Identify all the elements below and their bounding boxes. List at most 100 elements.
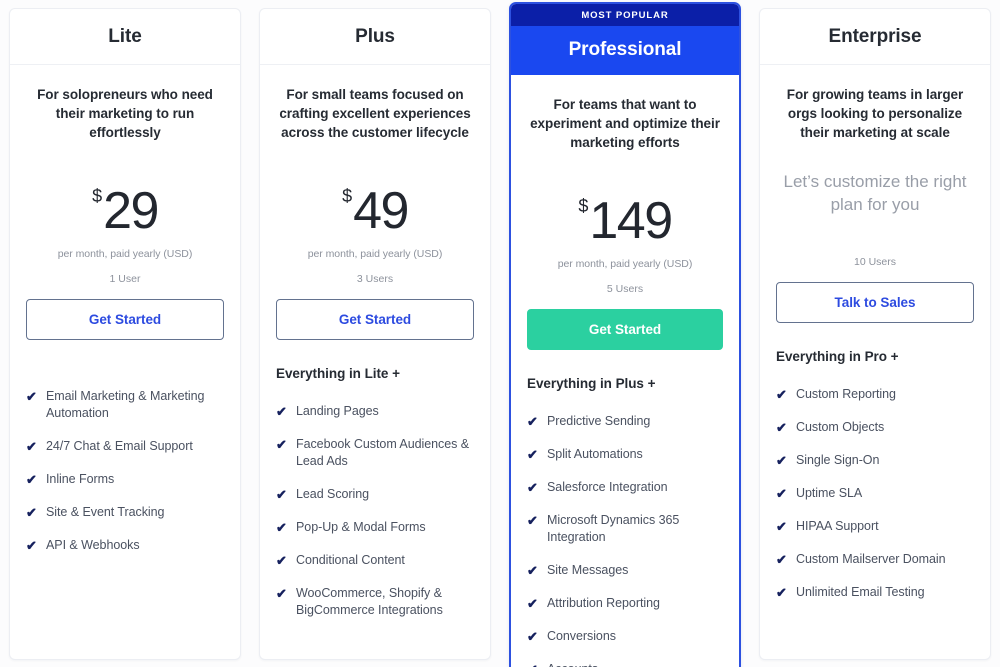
check-icon: ✔ (26, 538, 37, 553)
check-icon: ✔ (276, 553, 287, 568)
feature-label: Accounts (547, 661, 723, 667)
feature-label: Unlimited Email Testing (796, 585, 925, 599)
feature-item: ✔ Split Automations (527, 446, 723, 463)
price-note: per month, paid yearly (USD) (57, 248, 193, 260)
price-note: per month, paid yearly (USD) (557, 258, 693, 270)
check-icon: ✔ (527, 596, 538, 611)
feature-label: Single Sign-On (796, 453, 880, 467)
check-icon: ✔ (527, 563, 538, 578)
seat-count: 1 User (109, 273, 141, 285)
check-icon: ✔ (776, 420, 787, 435)
cta-button-enterprise[interactable]: Talk to Sales (776, 282, 974, 323)
feature-item: ✔ Accounts (527, 661, 723, 667)
currency-symbol: $ (92, 186, 103, 206)
check-icon: ✔ (776, 387, 787, 402)
feature-list-professional: ✔ Predictive Sending ✔ Split Automations ✔ Sa… (527, 413, 723, 667)
feature-item: ✔ Custom Mailserver Domain (776, 551, 974, 568)
feature-label: Attribution Reporting (547, 596, 660, 610)
check-icon: ✔ (276, 520, 287, 535)
plan-header-plus: Plus (260, 9, 490, 65)
plan-name: Plus (355, 26, 395, 47)
feature-item: ✔ Inline Forms (26, 471, 224, 488)
includes-label: Everything in Plus + (527, 376, 656, 391)
plan-header-professional: Professional (511, 26, 739, 75)
feature-item: ✔ Uptime SLA (776, 485, 974, 502)
price-row: $29 (26, 168, 224, 239)
feature-label: Salesforce Integration (547, 480, 668, 494)
most-popular-badge: MOST POPULAR (511, 4, 739, 26)
plan-name: Lite (108, 26, 142, 47)
feature-item: ✔ Site Messages (527, 562, 723, 579)
check-icon: ✔ (276, 586, 287, 601)
seat-count: 5 Users (606, 283, 644, 295)
feature-label: Custom Reporting (796, 387, 896, 401)
plan-card-lite: Lite For solopreneurs who need their mark… (9, 8, 241, 660)
feature-list-lite: ✔ Email Marketing & Marketing Automation ✔… (26, 388, 224, 588)
check-icon: ✔ (527, 661, 543, 667)
feature-item: ✔ Single Sign-On (776, 452, 974, 469)
check-icon: ✔ (26, 439, 37, 454)
feature-label: Pop-Up & Modal Forms (296, 520, 426, 534)
plan-description: For solopreneurs who need their marketin… (37, 87, 213, 140)
pricing-plans-grid: Lite For solopreneurs who need their mark… (0, 0, 1000, 667)
feature-item: ✔ WooCommerce, Shopify & BigCommerce Inte… (276, 585, 474, 619)
feature-item: ✔ API & Webhooks (26, 537, 224, 554)
feature-label: Lead Scoring (296, 487, 370, 501)
cta-button-lite[interactable]: Get Started (26, 299, 224, 340)
check-icon: ✔ (776, 585, 787, 600)
feature-item: ✔ Facebook Custom Audiences & Lead Ads (276, 436, 474, 470)
feature-label: Conditional Content (296, 553, 405, 567)
feature-label: API & Webhooks (46, 538, 140, 552)
feature-label: Inline Forms (46, 472, 115, 486)
check-icon: ✔ (527, 447, 538, 462)
feature-label: Predictive Sending (547, 414, 651, 428)
plan-card-professional: MOST POPULAR Professional For teams that w… (509, 2, 741, 667)
price-row: $49 (276, 168, 474, 239)
plan-card-plus: Plus For small teams focused on crafting … (259, 8, 491, 660)
feature-item: ✔ 24/7 Chat & Email Support (26, 438, 224, 455)
check-icon: ✔ (276, 437, 287, 452)
feature-label: Site Messages (547, 563, 629, 577)
feature-label: Microsoft Dynamics 365 Integration (547, 513, 680, 544)
cta-button-professional[interactable]: Get Started (527, 309, 723, 350)
plan-body-enterprise: For growing teams in larger orgs looking… (760, 65, 990, 659)
check-icon: ✔ (527, 480, 538, 495)
price-amount: 29 (103, 182, 159, 240)
feature-item: ✔ Attribution Reporting (527, 595, 723, 612)
check-icon: ✔ (527, 513, 538, 528)
feature-item: ✔ Conditional Content (276, 552, 474, 569)
check-icon: ✔ (26, 389, 37, 404)
check-icon: ✔ (776, 519, 787, 534)
feature-label: Landing Pages (296, 404, 379, 418)
feature-label: Email Marketing & Marketing Automation (46, 389, 205, 420)
cta-button-plus[interactable]: Get Started (276, 299, 474, 340)
feature-label: 24/7 Chat & Email Support (46, 439, 193, 453)
plan-header-enterprise: Enterprise (760, 9, 990, 65)
price-note: per month, paid yearly (USD) (307, 248, 443, 260)
feature-item: ✔ Custom Reporting (776, 386, 974, 403)
price-block: $149 per month, paid yearly (USD) (527, 178, 723, 270)
feature-item: ✔ Unlimited Email Testing (776, 584, 974, 601)
feature-item: ✔ Landing Pages (276, 403, 474, 420)
check-icon: ✔ (276, 404, 287, 419)
seat-count: 10 Users (853, 256, 896, 268)
feature-item: ✔ Custom Objects (776, 419, 974, 436)
plan-name: Enterprise (828, 26, 922, 47)
plan-description: For small teams focused on crafting exce… (279, 87, 471, 140)
feature-list-enterprise: ✔ Custom Reporting ✔ Custom Objects ✔ Single … (776, 386, 974, 635)
feature-label: Custom Mailserver Domain (796, 552, 946, 566)
price-block: $49 per month, paid yearly (USD) (276, 168, 474, 260)
feature-label: Facebook Custom Audiences & Lead Ads (296, 437, 470, 468)
plan-description: For teams that want to experiment and op… (530, 97, 720, 150)
plan-description: For growing teams in larger orgs looking… (786, 87, 964, 140)
feature-label: Conversions (547, 629, 616, 643)
plan-body-lite: For solopreneurs who need their marketin… (10, 65, 240, 659)
feature-label: WooCommerce, Shopify & BigCommerce Integ… (296, 586, 443, 617)
price-block: $29 per month, paid yearly (USD) (26, 168, 224, 260)
check-icon: ✔ (26, 472, 37, 487)
plan-body-plus: For small teams focused on crafting exce… (260, 65, 490, 659)
price-amount: 149 (589, 192, 673, 250)
feature-item: ✔ Microsoft Dynamics 365 Integration (527, 512, 723, 546)
feature-item: ✔ Lead Scoring (276, 486, 474, 503)
check-icon: ✔ (276, 487, 287, 502)
